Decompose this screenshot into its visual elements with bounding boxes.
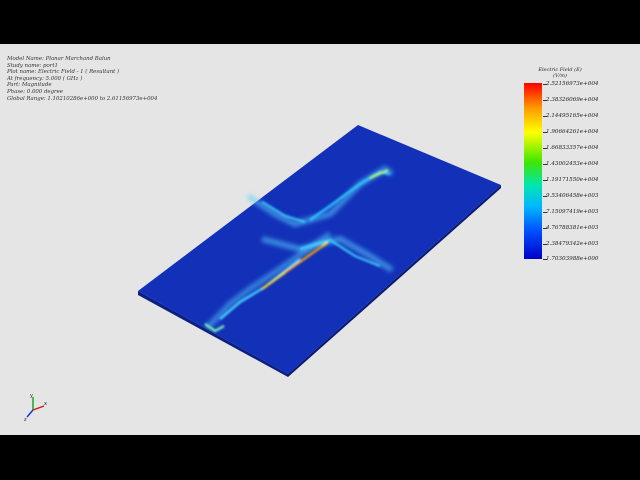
legend-label: 1.90664261e+004 [546, 129, 599, 135]
triad-label-z: z [24, 417, 27, 422]
legend-label: 1.70303988e+000 [546, 256, 599, 262]
axis-triad-icon[interactable]: x y z [22, 392, 52, 422]
legend-label: 1.19171550e+004 [546, 177, 599, 183]
legend-label: 2.38479342e+003 [546, 241, 599, 247]
plot-viewport[interactable]: Model Name: Planar Marchand Balun Study … [0, 44, 640, 435]
legend-label: 2.38326069e+004 [546, 97, 599, 103]
substrate-top [138, 125, 501, 374]
triad-label-x: x [44, 401, 47, 407]
legend-label: 2.14495165e+004 [546, 113, 599, 119]
triad-label-y: y [30, 393, 33, 399]
legend-label: 1.43002453e+004 [546, 161, 599, 167]
legend-title-unit: (V/m) [553, 73, 567, 79]
triad-axis-z [26, 409, 34, 418]
legend-title: Electric Field (E) (V/m) [528, 67, 592, 79]
legend-label: 9.53406458e+003 [546, 193, 599, 199]
color-legend-bar [524, 83, 542, 259]
legend-label: 7.15097419e+003 [546, 209, 599, 215]
legend-label: 2.52156973e+004 [546, 81, 599, 87]
field-plot-scene[interactable] [0, 44, 640, 435]
legend-label: 4.76788381e+003 [546, 225, 599, 231]
triad-axis-x [32, 405, 45, 411]
legend-label: 1.66833357e+004 [546, 145, 599, 151]
